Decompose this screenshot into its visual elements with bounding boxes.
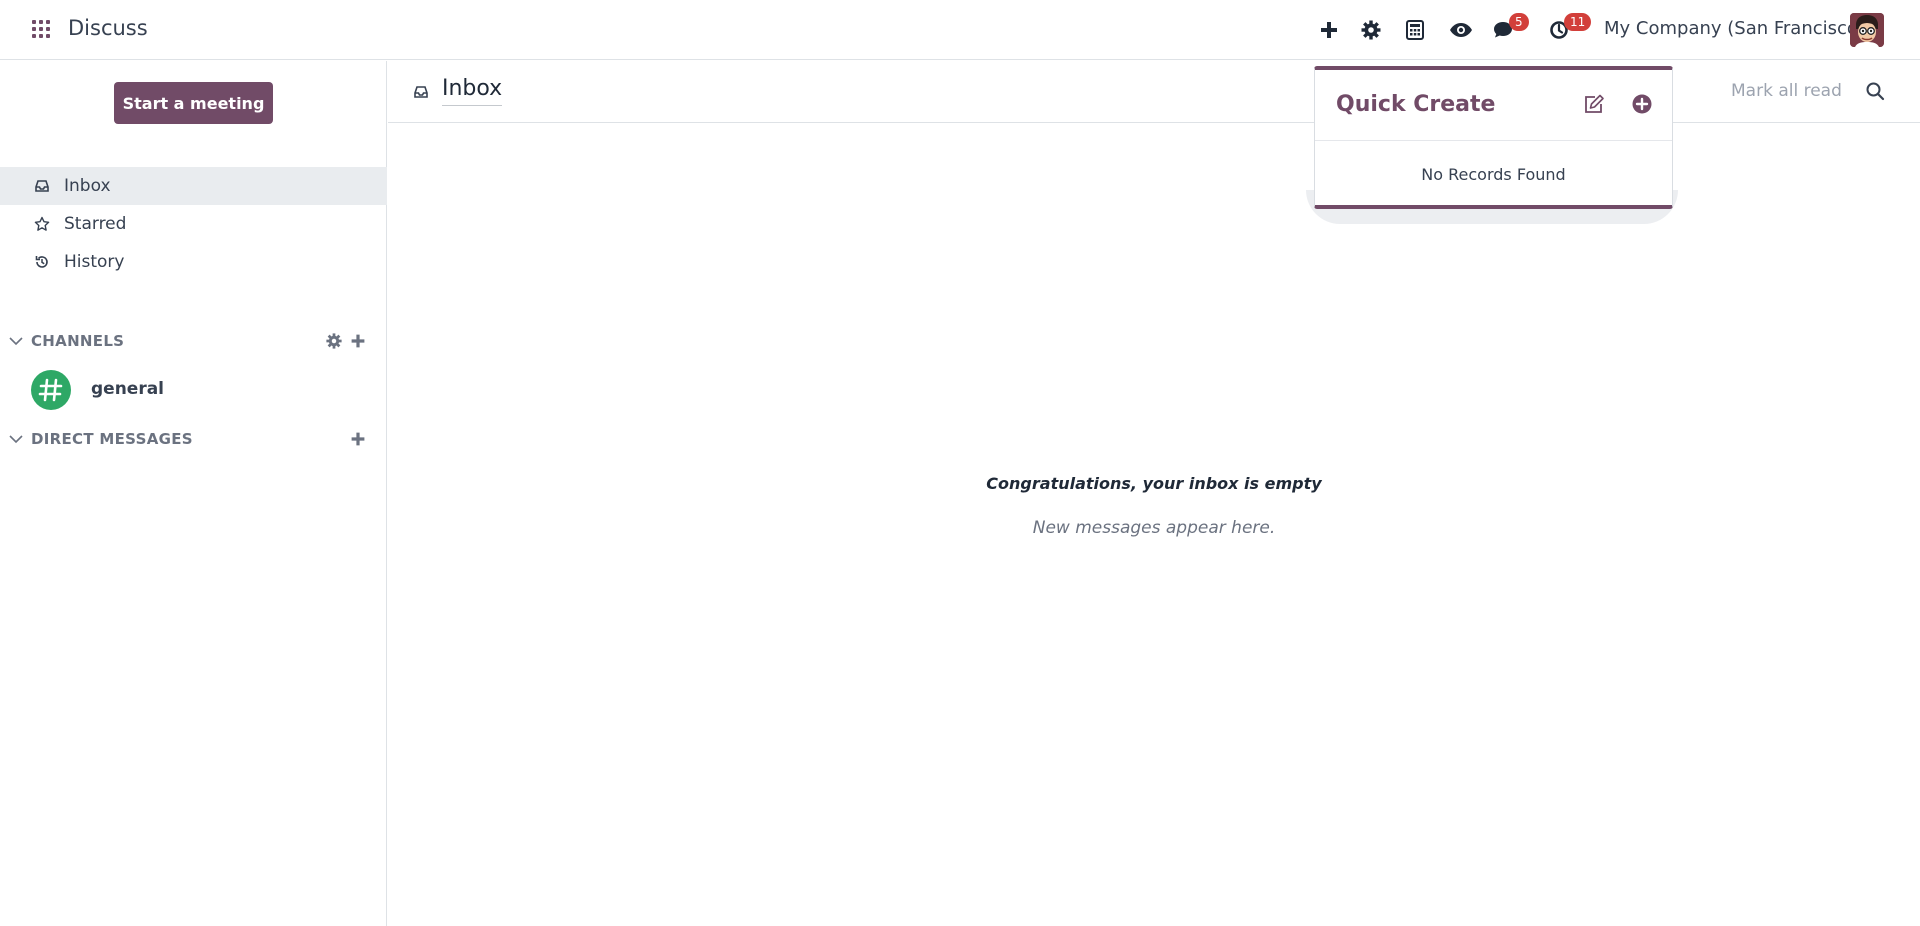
company-switcher[interactable]: My Company (San Francisco) bbox=[1604, 18, 1865, 39]
inbox-icon bbox=[414, 86, 428, 98]
eye-icon bbox=[1450, 23, 1472, 37]
activities-button[interactable]: 11 bbox=[1546, 13, 1592, 46]
user-avatar[interactable] bbox=[1850, 13, 1884, 47]
thread-title: Inbox bbox=[442, 76, 503, 106]
add-circle-icon[interactable] bbox=[1632, 94, 1652, 114]
inbox-icon bbox=[35, 180, 49, 192]
direct-messages-category: DIRECT MESSAGES bbox=[0, 424, 387, 454]
sidebar-item-inbox[interactable]: Inbox bbox=[0, 167, 387, 205]
channels-header[interactable]: CHANNELS bbox=[31, 332, 124, 350]
top-navbar: Discuss 5 11 My Company (San Francisco) bbox=[0, 0, 1920, 60]
channels-category: CHANNELS bbox=[0, 326, 387, 356]
discuss-sidebar: Start a meeting Inbox Starred History CH… bbox=[0, 61, 387, 926]
edit-icon[interactable] bbox=[1583, 94, 1605, 114]
channel-item-general[interactable]: general bbox=[0, 366, 387, 414]
settings-button[interactable] bbox=[1358, 14, 1384, 46]
apps-menu-icon[interactable] bbox=[32, 20, 52, 40]
plus-icon bbox=[1321, 22, 1337, 38]
messages-button[interactable]: 5 bbox=[1491, 13, 1529, 46]
sidebar-item-history[interactable]: History bbox=[0, 243, 387, 281]
empty-inbox-subtitle: New messages appear here. bbox=[1032, 518, 1276, 538]
app-name[interactable]: Discuss bbox=[68, 16, 148, 40]
channel-name: general bbox=[91, 379, 165, 399]
gear-icon[interactable] bbox=[326, 333, 342, 349]
quick-create-button[interactable] bbox=[1316, 14, 1342, 46]
quick-create-dropdown: Quick Create No Records Found bbox=[1314, 66, 1673, 209]
star-icon bbox=[34, 216, 50, 231]
sidebar-item-label: Inbox bbox=[64, 176, 111, 196]
direct-messages-header[interactable]: DIRECT MESSAGES bbox=[31, 430, 193, 448]
mark-all-read-button[interactable]: Mark all read bbox=[1731, 81, 1842, 101]
gear-icon bbox=[1361, 20, 1381, 40]
preview-button[interactable] bbox=[1447, 14, 1475, 46]
history-icon bbox=[35, 256, 48, 268]
start-meeting-button[interactable]: Start a meeting bbox=[114, 82, 273, 124]
sidebar-item-label: Starred bbox=[64, 214, 127, 234]
quick-create-title: Quick Create bbox=[1336, 92, 1496, 117]
add-chat-icon[interactable] bbox=[350, 431, 366, 447]
thread-header: Inbox Mark all read bbox=[388, 61, 1920, 123]
chevron-down-icon[interactable] bbox=[8, 431, 24, 447]
add-channel-icon[interactable] bbox=[350, 333, 366, 349]
calculator-button[interactable] bbox=[1402, 14, 1428, 46]
empty-inbox-title: Congratulations, your inbox is empty bbox=[986, 474, 1322, 493]
chevron-down-icon[interactable] bbox=[8, 333, 24, 349]
messages-badge: 5 bbox=[1509, 13, 1529, 31]
sidebar-item-label: History bbox=[64, 252, 125, 272]
activities-badge: 11 bbox=[1564, 13, 1592, 31]
avatar-icon bbox=[1850, 13, 1884, 47]
hash-icon bbox=[31, 370, 71, 410]
no-records-text: No Records Found bbox=[1421, 165, 1566, 184]
calculator-icon bbox=[1406, 20, 1424, 40]
search-icon[interactable] bbox=[1865, 81, 1885, 101]
sidebar-item-starred[interactable]: Starred bbox=[0, 205, 387, 243]
dropdown-divider bbox=[1315, 140, 1672, 141]
